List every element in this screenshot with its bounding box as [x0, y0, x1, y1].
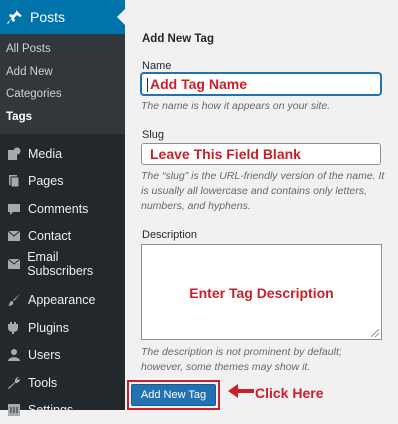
- tag-name-value: Add Tag Name: [150, 76, 247, 92]
- mail-icon: [0, 230, 28, 242]
- sidebar-item-label: Appearance: [28, 293, 95, 307]
- mail-icon: [0, 258, 27, 270]
- admin-sidebar: Posts All Posts Add New Categories Tags …: [0, 0, 125, 410]
- sidebar-item-label: Media: [28, 147, 62, 161]
- text-cursor: [147, 78, 148, 92]
- media-icon: [0, 147, 28, 161]
- slug-help-text: The “slug” is the URL-friendly version o…: [141, 169, 386, 214]
- sidebar-item-label: Contact: [28, 229, 71, 243]
- settings-icon: [0, 403, 28, 417]
- sidebar-item-tools[interactable]: Tools: [0, 369, 125, 397]
- sidebar-item-label: Users: [28, 348, 61, 362]
- submit-highlight: Add New Tag: [127, 380, 220, 410]
- tag-name-input[interactable]: Add Tag Name: [141, 73, 381, 95]
- submenu-tags[interactable]: Tags: [0, 106, 125, 129]
- posts-submenu: All Posts Add New Categories Tags: [0, 34, 125, 134]
- plugin-icon: [0, 321, 28, 335]
- name-help-text: The name is how it appears on your site.: [141, 99, 386, 114]
- description-help-text: The description is not prominent by defa…: [141, 345, 386, 375]
- click-here-annotation: Click Here: [255, 385, 323, 401]
- name-label: Name: [142, 60, 171, 72]
- tag-description-textarea[interactable]: Enter Tag Description: [141, 244, 382, 340]
- sidebar-item-users[interactable]: Users: [0, 342, 125, 370]
- submenu-all-posts[interactable]: All Posts: [0, 38, 125, 61]
- sidebar-item-media[interactable]: Media: [0, 140, 125, 168]
- sidebar-item-posts[interactable]: Posts: [0, 0, 125, 34]
- sidebar-item-label: Pages: [28, 174, 63, 188]
- sidebar-item-plugins[interactable]: Plugins: [0, 314, 125, 342]
- add-new-tag-button[interactable]: Add New Tag: [131, 384, 216, 406]
- wrench-icon: [0, 376, 28, 390]
- sidebar-item-settings[interactable]: Settings: [0, 397, 125, 424]
- resize-grip-icon[interactable]: [371, 329, 379, 337]
- sidebar-item-label: Plugins: [28, 321, 69, 335]
- add-tag-form: Add New Tag Name Add Tag Name The name i…: [125, 0, 398, 410]
- tag-description-value: Enter Tag Description: [142, 285, 381, 301]
- sidebar-item-email-subscribers[interactable]: Email Subscribers: [0, 250, 125, 278]
- sidebar-item-contact[interactable]: Contact: [0, 223, 125, 251]
- sidebar-item-label: Tools: [28, 376, 57, 390]
- comments-icon: [0, 202, 28, 216]
- sidebar-item-label: Posts: [30, 9, 65, 25]
- tag-slug-value: Leave This Field Blank: [150, 146, 301, 162]
- slug-label: Slug: [142, 129, 164, 141]
- sidebar-item-appearance[interactable]: Appearance: [0, 287, 125, 315]
- pages-icon: [0, 174, 28, 188]
- arrow-left-icon: [227, 383, 255, 399]
- sidebar-item-label: Comments: [28, 202, 88, 216]
- sidebar-item-comments[interactable]: Comments: [0, 195, 125, 223]
- sidebar-item-label: Email Subscribers: [27, 250, 125, 278]
- tag-slug-input[interactable]: Leave This Field Blank: [141, 143, 381, 165]
- form-heading: Add New Tag: [142, 33, 214, 45]
- sidebar-item-label: Settings: [28, 403, 73, 417]
- users-icon: [0, 348, 28, 362]
- description-label: Description: [142, 229, 197, 241]
- pushpin-icon: [0, 9, 30, 25]
- sidebar-item-pages[interactable]: Pages: [0, 168, 125, 196]
- submenu-add-new[interactable]: Add New: [0, 61, 125, 84]
- submenu-categories[interactable]: Categories: [0, 83, 125, 106]
- paintbrush-icon: [0, 293, 28, 307]
